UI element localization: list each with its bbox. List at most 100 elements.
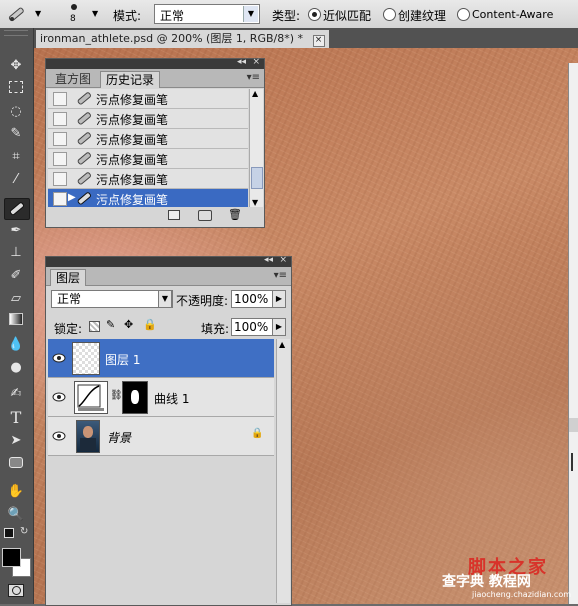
brush-size-picker[interactable]: 8 — [62, 2, 88, 26]
blend-mode-value: 正常 — [57, 292, 82, 306]
toolbox-grip[interactable] — [4, 30, 28, 36]
tool-preset-dropdown-icon[interactable]: ▼ — [35, 9, 41, 18]
foreground-color-swatch[interactable] — [2, 548, 21, 567]
layer-name[interactable]: 背景 — [107, 429, 131, 446]
list-item[interactable]: 污点修复画笔 — [48, 169, 248, 189]
layer-name[interactable]: 曲线 1 — [154, 390, 189, 407]
lock-all-icon[interactable]: 🔒 — [143, 318, 157, 331]
tab-histogram[interactable]: 直方图 — [50, 71, 96, 87]
shape-tool-icon[interactable] — [4, 455, 28, 475]
lock-position-icon[interactable]: ✥ — [124, 318, 133, 331]
swap-colors-icon[interactable]: ↻ — [20, 526, 28, 537]
chevron-down-icon[interactable]: ▼ — [158, 290, 172, 308]
list-item[interactable]: 污点修复画笔 — [48, 89, 248, 109]
radio-proximity-match[interactable] — [308, 8, 321, 21]
brush-tool-icon[interactable]: ✒ — [4, 221, 28, 241]
quick-selection-tool-icon[interactable]: ✎ — [4, 124, 28, 144]
opacity-slider-arrow-icon[interactable]: ▶ — [272, 290, 286, 308]
hand-tool-icon[interactable]: ✋ — [4, 482, 28, 502]
layers-panel-tabs: 图层 ▾≡ — [46, 267, 291, 286]
healing-brush-icon — [77, 172, 91, 185]
layers-panel-titlebar[interactable]: ◂◂ × — [46, 255, 291, 267]
history-source-checkbox[interactable] — [53, 92, 67, 106]
lasso-tool-icon[interactable]: ◌ — [4, 102, 28, 122]
history-source-checkbox[interactable] — [53, 112, 67, 126]
scroll-down-icon[interactable]: ▼ — [252, 198, 258, 207]
close-tab-icon[interactable]: × — [312, 35, 325, 47]
default-colors-icon[interactable] — [4, 528, 14, 538]
document-tab[interactable]: ironman_athlete.psd @ 200% (图层 1, RGB/8*… — [36, 30, 329, 48]
collapsed-right-panel[interactable] — [568, 63, 578, 604]
tab-layers[interactable]: 图层 — [50, 269, 87, 286]
path-selection-tool-icon[interactable]: ➤ — [4, 431, 28, 451]
scroll-up-icon[interactable]: ▲ — [279, 340, 285, 349]
layer-row[interactable]: 图层 1 — [48, 339, 274, 378]
opacity-input[interactable]: 100% — [231, 290, 273, 308]
brush-size-dropdown-icon[interactable]: ▼ — [92, 9, 98, 18]
list-item[interactable]: 污点修复画笔 — [48, 149, 248, 169]
pen-tool-icon[interactable]: ✍ — [4, 384, 28, 404]
history-source-checkbox[interactable] — [53, 152, 67, 166]
layer-name[interactable]: 图层 1 — [105, 351, 140, 368]
lock-image-icon[interactable]: ✎ — [106, 318, 115, 331]
crop-tool-icon[interactable]: ⌗ — [4, 147, 28, 167]
tab-history[interactable]: 历史记录 — [100, 71, 161, 88]
type-option-proximity: 近似匹配 — [323, 9, 372, 23]
scroll-thumb[interactable] — [251, 167, 263, 189]
blur-tool-icon[interactable]: 💧 — [4, 335, 28, 355]
delete-state-icon[interactable]: 🗑 — [228, 208, 242, 221]
spot-healing-brush-tool-icon[interactable] — [4, 198, 30, 220]
dodge-tool-icon[interactable]: ● — [4, 358, 28, 378]
fill-slider-arrow-icon[interactable]: ▶ — [272, 318, 286, 336]
history-item-label: 污点修复画笔 — [96, 153, 169, 167]
collapse-icon[interactable]: ◂◂ — [237, 57, 246, 67]
mode-select[interactable]: 正常 ▼ — [154, 4, 260, 24]
list-item[interactable]: 污点修复画笔 — [48, 109, 248, 129]
history-source-checkbox[interactable] — [53, 132, 67, 146]
lock-transparent-icon[interactable] — [89, 321, 100, 332]
layer-mask-thumbnail[interactable] — [122, 381, 148, 414]
type-option-texture: 创建纹理 — [398, 9, 447, 23]
list-item[interactable]: 污点修复画笔 — [48, 129, 248, 149]
eraser-tool-icon[interactable]: ▱ — [4, 289, 28, 309]
panel-menu-icon[interactable]: ▾≡ — [247, 72, 260, 83]
visibility-eye-icon[interactable] — [52, 392, 66, 402]
fill-input[interactable]: 100% — [231, 318, 273, 336]
list-item-selected[interactable]: ▶ 污点修复画笔 — [48, 189, 248, 207]
layer-row[interactable]: ⛓ 曲线 1 — [48, 378, 274, 417]
collapse-icon[interactable]: ◂◂ — [264, 255, 273, 265]
zoom-tool-icon[interactable]: 🔍 — [4, 505, 28, 525]
quick-mask-icon[interactable] — [8, 584, 24, 597]
history-panel-titlebar[interactable]: ◂◂ × — [46, 57, 264, 69]
scroll-up-icon[interactable]: ▲ — [252, 89, 258, 98]
visibility-eye-icon[interactable] — [52, 353, 66, 363]
spot-healing-brush-icon[interactable] — [6, 4, 28, 24]
visibility-eye-icon[interactable] — [52, 431, 66, 441]
history-source-checkbox[interactable] — [53, 192, 67, 206]
history-scrollbar[interactable]: ▲ ▼ — [249, 89, 263, 207]
eyedropper-tool-icon[interactable]: ⁄ — [4, 170, 28, 190]
radio-create-texture[interactable] — [383, 8, 396, 21]
layer-row[interactable]: 背景 🔒 — [48, 417, 274, 456]
close-panel-icon[interactable]: × — [252, 57, 260, 67]
layer-thumbnail — [72, 342, 100, 375]
history-item-label: 污点修复画笔 — [96, 133, 169, 147]
type-tool-icon[interactable]: T — [4, 408, 28, 428]
blend-mode-select[interactable]: 正常 — [51, 290, 173, 308]
fill-label: 填充: — [201, 322, 230, 336]
new-document-from-state-icon[interactable] — [168, 210, 180, 220]
history-panel: ◂◂ × 直方图 历史记录 ▾≡ 污点修复画笔 污点修复画笔 污点修复画笔 污点… — [45, 57, 265, 228]
gradient-tool-icon[interactable] — [4, 312, 28, 332]
radio-content-aware[interactable] — [457, 8, 470, 21]
marquee-tool-icon[interactable] — [4, 80, 28, 100]
panel-menu-icon[interactable]: ▾≡ — [274, 270, 287, 281]
close-panel-icon[interactable]: × — [279, 255, 287, 265]
clone-stamp-tool-icon[interactable]: ⊥ — [4, 243, 28, 263]
history-source-checkbox[interactable] — [53, 172, 67, 186]
chain-link-icon[interactable]: ⛓ — [110, 390, 123, 401]
layers-scrollbar[interactable]: ▲ — [276, 339, 290, 603]
create-snapshot-icon[interactable] — [198, 210, 212, 221]
history-brush-tool-icon[interactable]: ✐ — [4, 266, 28, 286]
history-item-label: 污点修复画笔 — [96, 113, 169, 127]
move-tool-icon[interactable]: ✥ — [4, 56, 28, 76]
